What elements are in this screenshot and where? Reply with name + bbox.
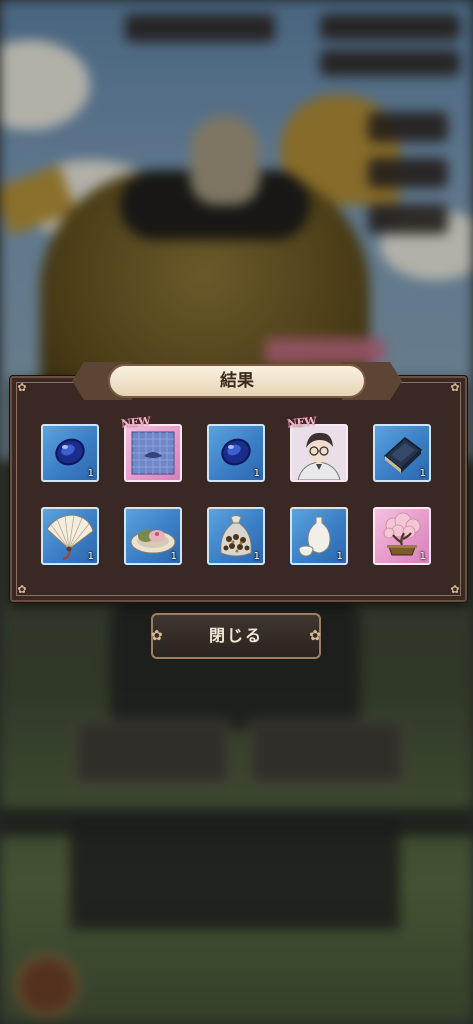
item-quantity: 1 (336, 551, 343, 562)
close-button-label: 閉じる (208, 626, 263, 645)
reward-item-sapphire[interactable]: 1 (207, 424, 265, 482)
item-quantity: 1 (419, 551, 426, 562)
blue-pattern-icon (131, 431, 175, 475)
reward-item-sapphire[interactable]: 1 (41, 424, 99, 482)
reward-item-snack-bag[interactable]: 1 (207, 507, 265, 565)
item-quantity: 1 (170, 551, 177, 562)
reward-item-pattern[interactable] (124, 424, 182, 482)
flower-ornament-icon: ✿ (450, 381, 460, 394)
reward-item-fan[interactable]: 1 (41, 507, 99, 565)
reward-item-bonsai[interactable]: 1 (373, 507, 431, 565)
dialog-title-bar: 結果 (72, 362, 402, 400)
item-quantity: 1 (87, 468, 94, 479)
reward-item-book[interactable]: 1 (373, 424, 431, 482)
flower-ornament-icon: ✿ (17, 381, 27, 394)
item-quantity: 1 (253, 468, 260, 479)
item-quantity: 1 (87, 551, 94, 562)
dialog-title: 結果 (108, 364, 366, 398)
result-dialog: ✿ ✿ ✿ ✿ (10, 376, 467, 602)
character-portrait-icon (292, 426, 346, 480)
flower-ornament-icon: ✿ (17, 583, 27, 596)
reward-item-character[interactable] (290, 424, 348, 482)
close-button[interactable]: ✿ 閉じる ✿ (151, 613, 321, 659)
reward-item-sweets[interactable]: 1 (124, 507, 182, 565)
item-quantity: 1 (253, 551, 260, 562)
flower-ornament-icon: ✿ (309, 628, 321, 644)
item-quantity: 1 (419, 468, 426, 479)
flower-ornament-icon: ✿ (450, 583, 460, 596)
reward-item-sake[interactable]: 1 (290, 507, 348, 565)
